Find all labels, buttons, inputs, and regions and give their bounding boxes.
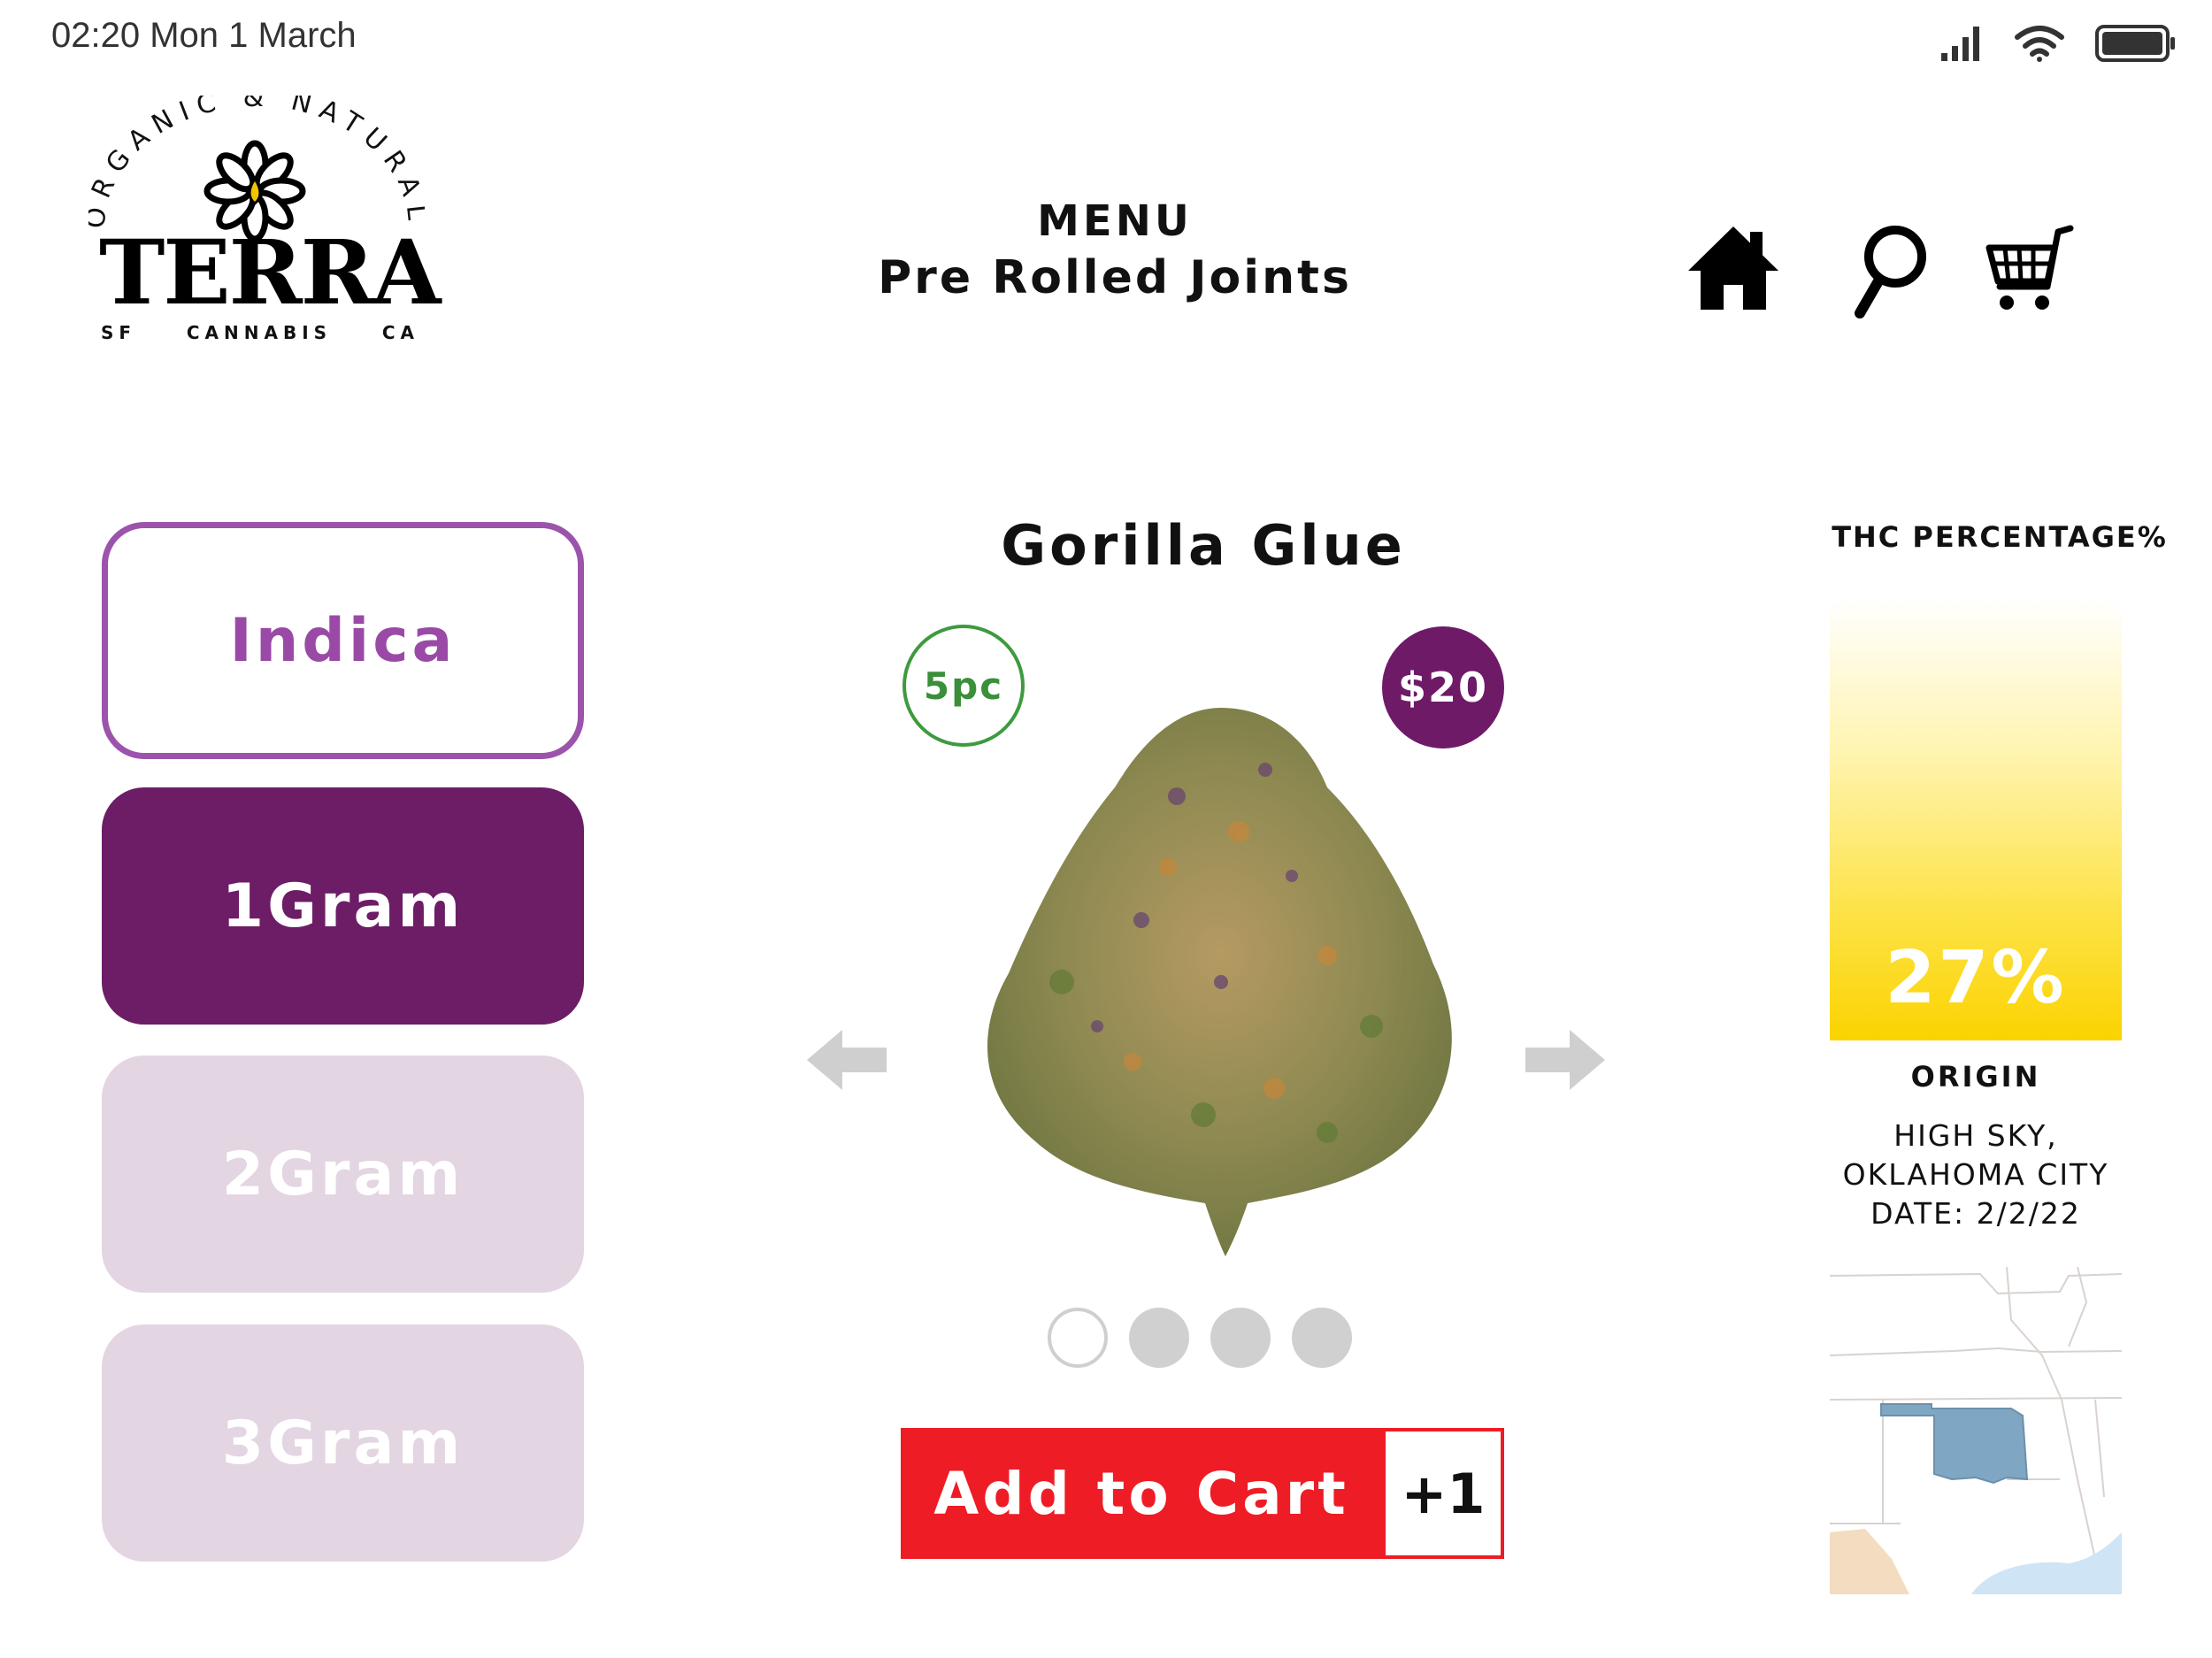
cellular-signal-icon	[1941, 27, 1979, 61]
logo-left: SF	[101, 322, 137, 343]
logo-right: CA	[381, 322, 419, 343]
origin-line-1: HIGH SKY,	[1893, 1118, 2058, 1153]
status-time: 02:20 Mon 1 March	[51, 16, 357, 55]
logo-middle: CANNABIS	[186, 322, 333, 343]
logo-wordmark: TERRA	[99, 220, 441, 325]
thc-title: THC PERCENTAGE%	[1832, 520, 2168, 554]
menu-label: MENU	[1037, 196, 1193, 246]
cart-icon[interactable]	[1982, 221, 2079, 319]
next-arrow-icon[interactable]	[1525, 1030, 1605, 1090]
add-to-cart-button[interactable]: Add to Cart	[901, 1428, 1382, 1559]
origin-details: HIGH SKY, OKLAHOMA CITY DATE: 2/2/22	[1805, 1117, 2147, 1233]
strain-indica-button[interactable]: Indica	[102, 522, 584, 759]
terra-logo[interactable]: ORGANIC & NATURAL TERRA SF CANNABIS CA	[88, 96, 441, 352]
size-2gram-button[interactable]: 2Gram	[102, 1055, 584, 1293]
product-name: Gorilla Glue	[1001, 513, 1406, 578]
carousel-dot-1[interactable]	[1048, 1308, 1108, 1368]
wifi-icon	[2015, 26, 2064, 62]
search-icon[interactable]	[1840, 221, 1938, 319]
carousel-dot-4[interactable]	[1292, 1308, 1352, 1368]
quantity-increment-button[interactable]: +1	[1382, 1428, 1504, 1559]
thc-value: 27%	[1885, 936, 2067, 1020]
origin-label: ORIGIN	[1910, 1060, 2041, 1094]
origin-line-2: OKLAHOMA CITY	[1842, 1157, 2109, 1192]
home-icon[interactable]	[1685, 221, 1782, 319]
category-title: Pre Rolled Joints	[878, 251, 1352, 304]
origin-date: DATE: 2/2/22	[1870, 1196, 2081, 1231]
size-1gram-button[interactable]: 1Gram	[102, 787, 584, 1025]
logo-subline: SF CANNABIS CA	[101, 322, 419, 343]
size-3gram-button[interactable]: 3Gram	[102, 1324, 584, 1562]
product-image	[987, 708, 1452, 1256]
origin-map	[1830, 1267, 2122, 1594]
carousel-dots	[1048, 1308, 1352, 1368]
status-icons	[1939, 25, 2177, 62]
carousel-dot-2[interactable]	[1129, 1308, 1189, 1368]
battery-icon	[2095, 25, 2175, 62]
previous-arrow-icon[interactable]	[807, 1030, 887, 1090]
carousel-dot-3[interactable]	[1210, 1308, 1271, 1368]
